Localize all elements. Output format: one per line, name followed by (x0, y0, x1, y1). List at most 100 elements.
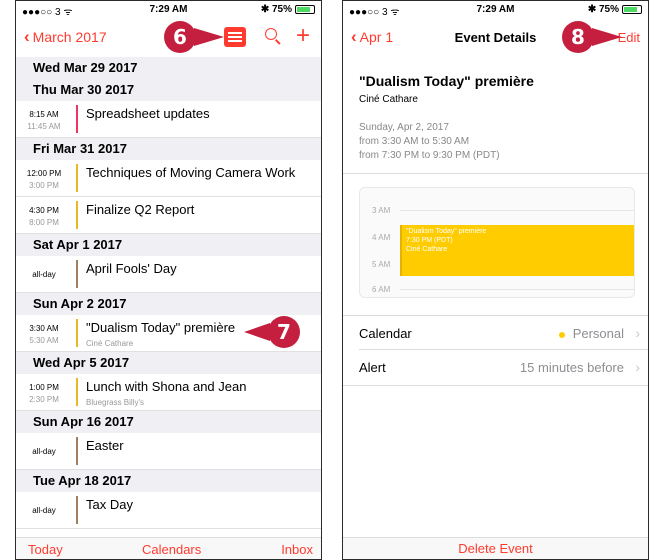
divider (343, 315, 648, 316)
chevron-right-icon: › (635, 325, 640, 341)
event-title: Easter (86, 438, 124, 453)
battery-icon (622, 5, 642, 14)
event-row[interactable]: all-day Tax Day (16, 492, 321, 529)
status-bar: ●●●○○ 3 ᯤ 7:29 AM ✱ 75% (343, 1, 648, 19)
event-location: Bluegrass Billy's (86, 398, 144, 407)
event-date: Sunday, Apr 2, 2017 (359, 122, 449, 133)
day-section-header: Fri Mar 31 2017 (16, 138, 321, 160)
event-title: "Dualism Today" première (86, 320, 236, 335)
timeline-line (400, 210, 634, 211)
event-start-time: 12:00 PM (26, 169, 62, 178)
calendar-color-bar (76, 496, 78, 524)
calendar-row-value: Personal (558, 326, 624, 341)
event-title: "Dualism Today" première (359, 73, 534, 89)
event-end-time: 8:00 PM (29, 218, 59, 227)
calendar-color-bar (76, 437, 78, 465)
event-start-time: 3:30 AM (29, 324, 59, 333)
event-end-time: 3:00 PM (29, 181, 59, 190)
day-section-header: Wed Apr 5 2017 (16, 352, 321, 374)
all-day-label: all-day (32, 270, 56, 279)
status-bar: ●●●○○ 3 ᯤ 7:29 AM ✱ 75% (16, 1, 321, 19)
timeline-event-time: 7:30 PM (PDT) (406, 237, 453, 244)
callout-badge-8: 8 (562, 21, 594, 53)
back-label: March 2017 (32, 28, 107, 45)
day-section-header: Wed Mar 29 2017 (16, 57, 321, 79)
event-end-time: 11:45 AM (27, 122, 61, 131)
battery-indicator: ✱ 75% (261, 4, 315, 15)
event-start-time: 1:00 PM (29, 383, 59, 392)
event-start-time: 4:30 PM (29, 206, 59, 215)
day-section-header: Thu Mar 30 2017 (16, 79, 321, 101)
event-end-time: 2:30 PM (29, 395, 59, 404)
divider (359, 349, 648, 350)
divider (343, 173, 648, 174)
calendar-color-bar (76, 260, 78, 288)
event-row[interactable]: all-day April Fools' Day (16, 256, 321, 293)
today-button[interactable]: Today (28, 542, 63, 557)
calendar-color-dot (558, 331, 565, 338)
timeline-line (400, 289, 634, 290)
calendar-row-label: Calendar (359, 326, 412, 341)
calendar-color-bar (76, 164, 78, 192)
alert-row-value: 15 minutes before (519, 360, 624, 375)
event-title: Tax Day (86, 497, 133, 512)
divider (343, 385, 648, 386)
calendar-color-bar (76, 105, 78, 133)
timeline-hour-label: 6 AM (372, 285, 391, 294)
timeline-hour-label: 4 AM (372, 233, 391, 242)
event-row[interactable]: 4:30 PM 8:00 PM Finalize Q2 Report (16, 197, 321, 234)
timeline-event-block[interactable]: "Dualism Today" première 7:30 PM (PDT) C… (400, 225, 634, 276)
event-title: Finalize Q2 Report (86, 202, 195, 217)
timeline-hour-label: 3 AM (372, 206, 391, 215)
back-button[interactable]: ‹ March 2017 (24, 28, 107, 45)
event-row[interactable]: 12:00 PM 3:00 PM Techniques of Moving Came… (16, 160, 321, 197)
calendar-name: Personal (572, 326, 624, 341)
battery-percent: ✱ 75% (260, 4, 292, 15)
add-event-icon[interactable]: + (296, 22, 310, 50)
event-end-time: 5:30 AM (29, 336, 59, 345)
callout-arrow (244, 323, 270, 341)
bottom-toolbar: Today Calendars Inbox (16, 537, 321, 559)
event-location: Ciné Cathare (359, 94, 418, 105)
timeline-event-title: "Dualism Today" première (406, 228, 487, 235)
calendars-button[interactable]: Calendars (142, 542, 201, 557)
callout-arrow (592, 28, 622, 46)
calendar-color-bar (76, 378, 78, 406)
search-icon[interactable] (265, 28, 277, 40)
event-row[interactable]: 8:15 AM 11:45 AM Spreadsheet updates (16, 101, 321, 138)
battery-icon (295, 5, 315, 14)
day-section-header: Sat Apr 1 2017 (16, 234, 321, 256)
callout-badge-6: 6 (164, 21, 196, 53)
alert-row-label: Alert (359, 360, 386, 375)
timeline-event-location: Ciné Cathare (406, 246, 448, 253)
battery-indicator: ✱ 75% (588, 4, 642, 15)
day-section-header: Sun Apr 16 2017 (16, 411, 321, 433)
day-section-header: Sun Apr 2 2017 (16, 293, 321, 315)
timeline-hour-label: 5 AM (372, 260, 391, 269)
event-title: Techniques of Moving Camera Work (86, 165, 296, 180)
all-day-label: all-day (32, 447, 56, 456)
day-timeline-preview[interactable]: 3 AM 4 AM 5 AM 6 AM "Dualism Today" prem… (359, 187, 635, 298)
calendar-list-screen: ●●●○○ 3 ᯤ 7:29 AM ✱ 75% ‹ March 2017 + W… (15, 0, 322, 560)
inbox-button[interactable]: Inbox (281, 542, 313, 557)
event-location: Ciné Cathare (86, 339, 134, 348)
day-section-header: Tue Apr 18 2017 (16, 470, 321, 492)
event-title: Spreadsheet updates (86, 106, 210, 121)
event-time-local: from 3:30 AM to 5:30 AM (359, 136, 470, 147)
all-day-label: all-day (32, 506, 56, 515)
callout-arrow (194, 28, 224, 46)
event-row[interactable]: all-day Easter (16, 433, 321, 470)
callout-badge-7: 7 (268, 316, 300, 348)
calendar-color-bar (76, 319, 78, 347)
chevron-left-icon: ‹ (24, 27, 30, 46)
event-title: April Fools' Day (86, 261, 177, 276)
event-time-pdt: from 7:30 PM to 9:30 PM (PDT) (359, 150, 500, 161)
list-view-toggle-button[interactable] (224, 27, 246, 47)
chevron-right-icon: › (635, 359, 640, 375)
calendar-color-bar (76, 201, 78, 229)
delete-event-button[interactable]: Delete Event (343, 537, 648, 559)
event-row[interactable]: 1:00 PM 2:30 PM Lunch with Shona and Jean B… (16, 374, 321, 411)
battery-percent: ✱ 75% (587, 4, 619, 15)
event-title: Lunch with Shona and Jean (86, 379, 247, 394)
event-start-time: 8:15 AM (29, 110, 59, 119)
